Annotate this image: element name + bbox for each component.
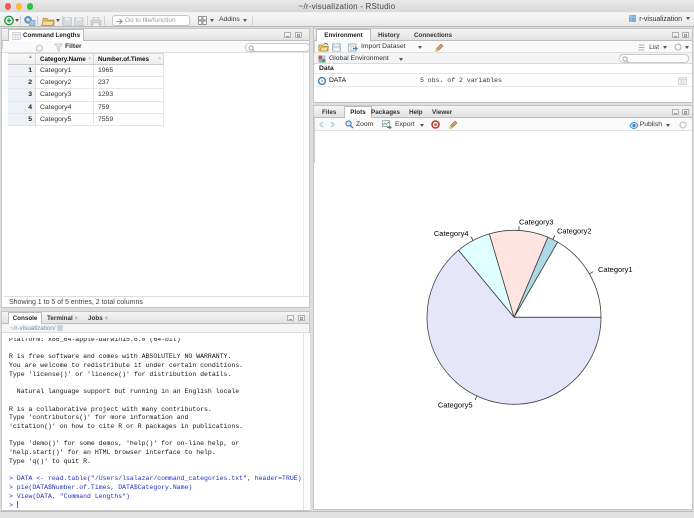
svg-text:Category4: Category4 bbox=[434, 229, 469, 238]
svg-text:Category5: Category5 bbox=[438, 401, 473, 410]
svg-text:Category2: Category2 bbox=[557, 227, 592, 236]
svg-text:Category1: Category1 bbox=[598, 265, 633, 274]
svg-text:Category3: Category3 bbox=[519, 218, 554, 227]
